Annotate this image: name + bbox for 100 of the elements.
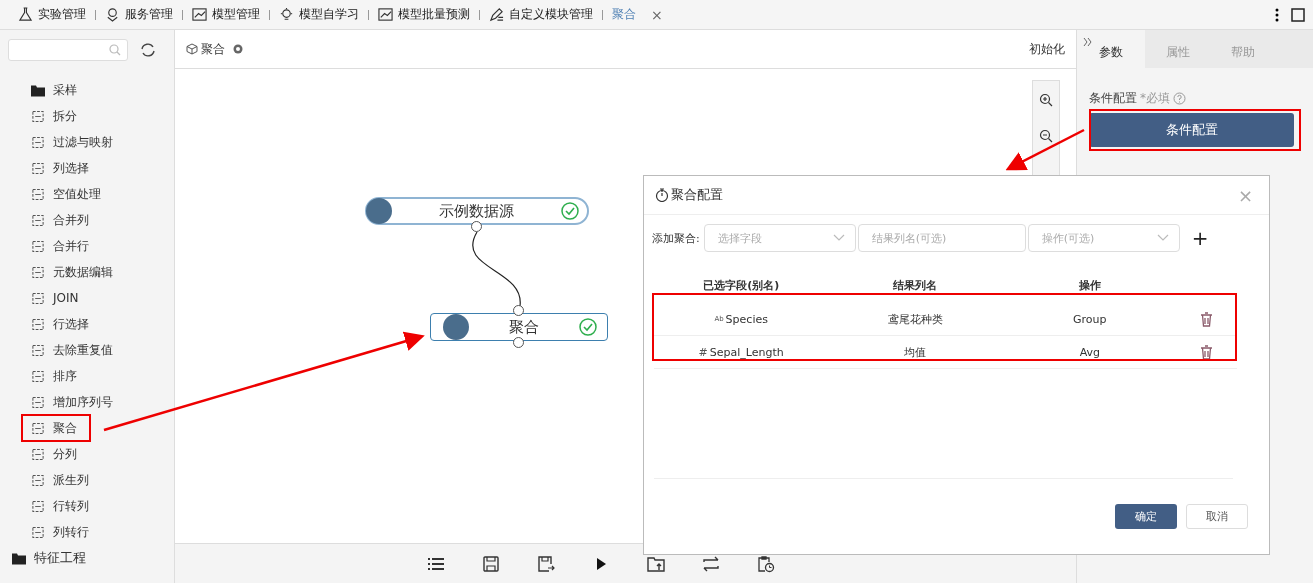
top-tab[interactable]: 模型自学习 xyxy=(275,6,363,23)
output-port[interactable] xyxy=(471,221,482,232)
timer-icon xyxy=(655,188,669,202)
module-icon xyxy=(31,369,45,383)
node-icon xyxy=(366,198,392,224)
list-icon[interactable] xyxy=(426,555,445,573)
top-tab[interactable]: 聚合 × xyxy=(608,6,667,23)
folder-icon xyxy=(31,83,45,97)
module-item[interactable]: 行转列 xyxy=(0,493,174,519)
close-tab-button[interactable]: × xyxy=(651,6,663,23)
table-cell-text: 均值 xyxy=(903,344,928,360)
collapse-icon[interactable] xyxy=(1083,37,1093,47)
top-tab[interactable]: 自定义模块管理 xyxy=(485,6,597,23)
workflow-node[interactable]: 示例数据源 xyxy=(365,197,589,225)
module-item[interactable]: 排序 xyxy=(0,363,174,389)
node-icon xyxy=(443,314,469,340)
module-item[interactable]: 派生列 xyxy=(0,467,174,493)
settings-icon[interactable] xyxy=(232,43,244,55)
module-item[interactable]: 去除重复值 xyxy=(0,337,174,363)
top-tab[interactable]: 模型批量预测 xyxy=(374,6,474,23)
module-item[interactable]: 拆分 xyxy=(0,103,174,129)
module-item[interactable]: 合并行 xyxy=(0,233,174,259)
type-mark: # xyxy=(698,345,708,359)
chevron-down-icon xyxy=(832,234,845,242)
cancel-button[interactable]: 取消 xyxy=(1186,504,1248,529)
top-tab[interactable]: 实验管理 xyxy=(14,6,90,23)
pen-icon xyxy=(489,7,504,22)
module-icon xyxy=(31,525,45,539)
module-icon xyxy=(31,473,45,487)
dialog-title: 聚合配置 xyxy=(671,186,723,204)
zoom-in-icon[interactable] xyxy=(1039,93,1053,107)
module-icon xyxy=(31,109,45,123)
config-button[interactable]: 条件配置 xyxy=(1089,113,1294,147)
search-icon xyxy=(109,44,121,56)
folder-upload-icon[interactable] xyxy=(646,555,665,573)
module-item[interactable]: 聚合 xyxy=(0,415,174,441)
field-name: Sepal_Length xyxy=(709,345,784,359)
confirm-button[interactable]: 确定 xyxy=(1115,504,1177,529)
init-button[interactable]: 初始化 xyxy=(1029,40,1065,58)
module-icon xyxy=(31,447,45,461)
module-icon xyxy=(31,421,45,435)
chevron-down-icon xyxy=(1156,234,1169,242)
module-icon xyxy=(31,499,45,513)
save-as-icon[interactable] xyxy=(536,555,555,573)
maximize-icon[interactable] xyxy=(1291,7,1305,22)
top-tab[interactable]: 服务管理 xyxy=(101,6,177,23)
module-icon xyxy=(31,135,45,149)
table-cell-text: Group xyxy=(1072,312,1108,326)
cube-icon xyxy=(186,43,198,55)
module-item[interactable]: JOIN xyxy=(0,285,174,311)
column-header: 操作 xyxy=(1077,277,1102,293)
module-item[interactable]: 行选择 xyxy=(0,311,174,337)
field-name: Species xyxy=(725,312,768,326)
add-button[interactable]: + xyxy=(1191,226,1209,250)
output-port[interactable] xyxy=(513,337,524,348)
panel-tab[interactable]: 参数 xyxy=(1077,30,1145,68)
module-icon xyxy=(31,265,45,279)
required-note: *必填 xyxy=(1140,90,1170,107)
module-icon xyxy=(31,343,45,357)
module-item[interactable]: 列选择 xyxy=(0,155,174,181)
table-cell-text: 鸢尾花种类 xyxy=(887,311,944,327)
field-label: 条件配置 xyxy=(1089,90,1137,107)
module-item[interactable]: 分列 xyxy=(0,441,174,467)
input-port[interactable] xyxy=(513,305,524,316)
module-item[interactable]: 过滤与映射 xyxy=(0,129,174,155)
workflow-node[interactable]: 聚合 xyxy=(430,313,608,341)
category-item[interactable]: 特征工程 xyxy=(0,545,174,571)
trash-icon[interactable] xyxy=(1200,311,1214,327)
flask-icon xyxy=(18,7,33,22)
column-header: 已选字段(别名) xyxy=(702,277,781,293)
swap-icon[interactable] xyxy=(701,555,720,573)
folder-icon xyxy=(12,551,26,565)
result-name-input[interactable]: 结果列名(可选) xyxy=(857,224,1026,252)
module-icon xyxy=(31,317,45,331)
module-icon xyxy=(31,213,45,227)
location-pin-icon xyxy=(105,7,120,22)
module-item[interactable]: 增加序列号 xyxy=(0,389,174,415)
module-icon xyxy=(31,291,45,305)
refresh-icon[interactable] xyxy=(140,42,156,58)
top-tab[interactable]: 模型管理 xyxy=(188,6,264,23)
lightbulb-icon xyxy=(279,7,294,22)
save-icon[interactable] xyxy=(481,555,500,573)
module-icon xyxy=(31,161,45,175)
module-item[interactable]: 列转行 xyxy=(0,519,174,545)
trash-icon[interactable] xyxy=(1200,344,1214,360)
canvas-title: 聚合 xyxy=(201,40,225,58)
search-field[interactable] xyxy=(8,39,128,61)
more-icon[interactable] xyxy=(1275,7,1279,22)
zoom-out-icon[interactable] xyxy=(1039,129,1053,143)
module-item[interactable]: 元数据编辑 xyxy=(0,259,174,285)
clipboard-clock-icon[interactable] xyxy=(756,555,775,573)
column-header: 结果列名 xyxy=(892,277,939,293)
module-item[interactable]: 采样 xyxy=(0,77,174,103)
line-chart-icon xyxy=(378,7,393,22)
module-icon xyxy=(31,395,45,409)
line-chart-icon xyxy=(192,7,207,22)
module-icon xyxy=(31,239,45,253)
module-item[interactable]: 合并列 xyxy=(0,207,174,233)
module-item[interactable]: 空值处理 xyxy=(0,181,174,207)
table-cell-text: Avg xyxy=(1078,345,1101,359)
